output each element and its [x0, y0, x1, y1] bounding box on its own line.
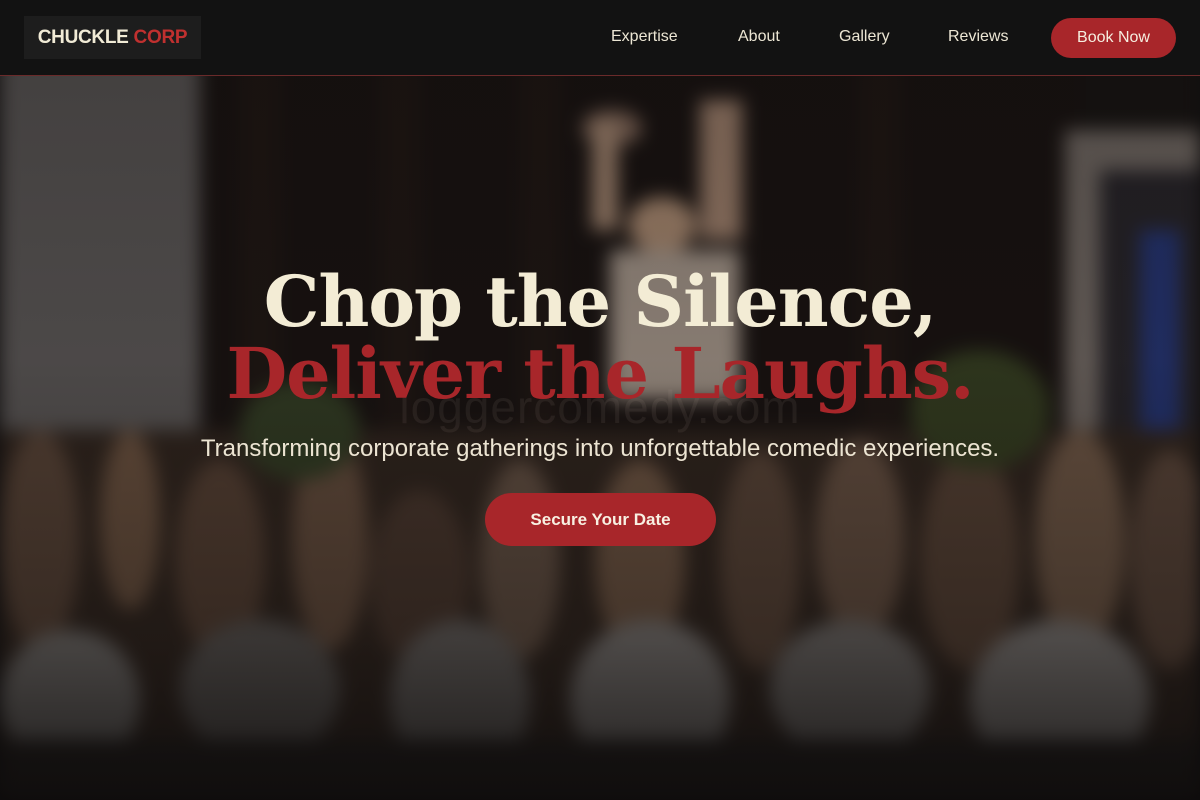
- secure-date-button[interactable]: Secure Your Date: [485, 493, 716, 546]
- hero-headline-line1: Chop the Silence,: [263, 260, 937, 343]
- hero-headline: Chop the Silence, Deliver the Laughs.: [0, 266, 1200, 410]
- hero-headline-line2: Deliver the Laughs.: [226, 332, 974, 415]
- hero-section: loggercomedy.com Chop the Silence, Deliv…: [0, 0, 1200, 800]
- hero-subheadline: Transforming corporate gatherings into u…: [200, 435, 1000, 462]
